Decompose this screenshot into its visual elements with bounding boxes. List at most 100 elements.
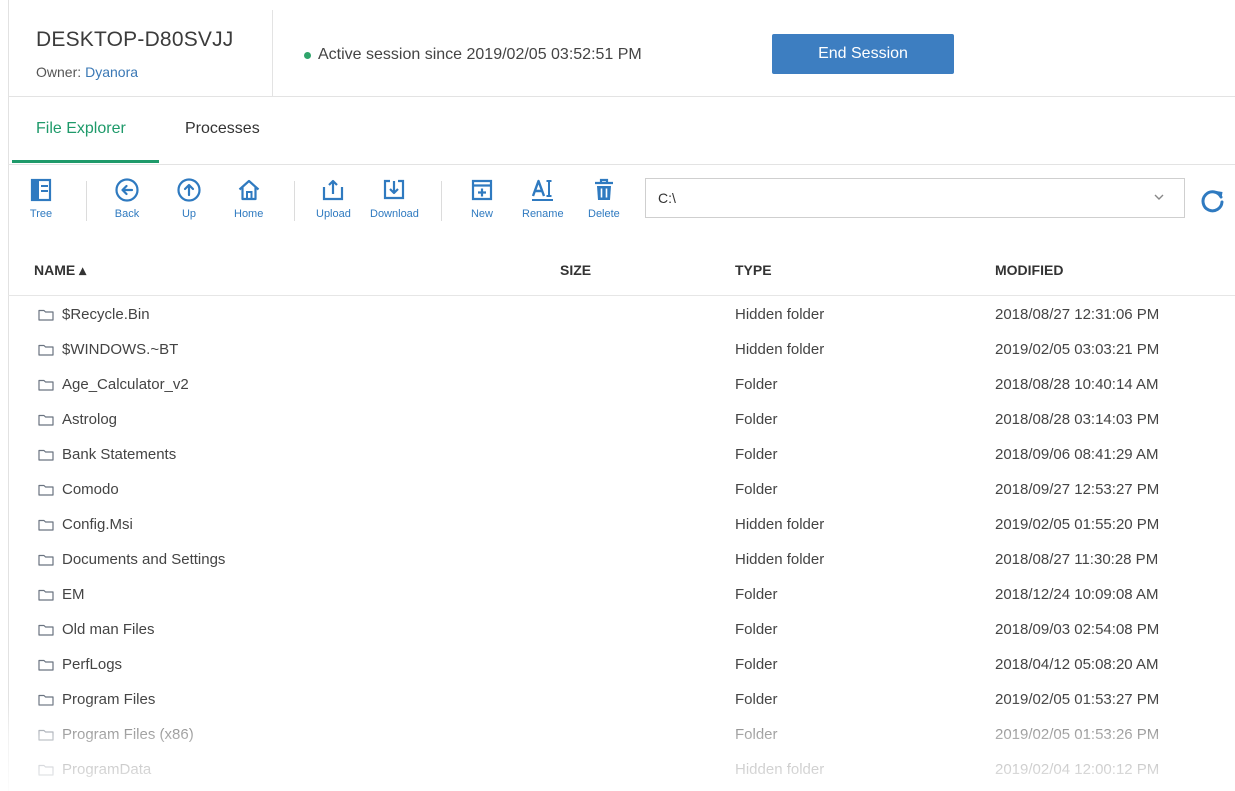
trash-icon: [594, 178, 613, 200]
table-body: $Recycle.Bin Hidden folder 2018/08/27 12:3…: [8, 296, 1235, 786]
file-modified: 2019/02/05 01:53:27 PM: [995, 691, 1160, 708]
file-type: Folder: [735, 376, 778, 393]
file-name-cell: Bank Statements: [38, 446, 176, 463]
file-name-cell: ProgramData: [38, 761, 151, 778]
table-row[interactable]: $Recycle.Bin Hidden folder 2018/08/27 12:3…: [8, 296, 1235, 331]
file-name: Old man Files: [62, 621, 155, 638]
file-name-cell: Program Files (x86): [38, 726, 194, 743]
device-info: DESKTOP-D80SVJJ Owner: Dyanora: [8, 10, 273, 96]
file-type: Folder: [735, 691, 778, 708]
home-button[interactable]: Home: [234, 177, 263, 220]
upload-icon: [323, 179, 344, 201]
file-name: Program Files (x86): [62, 726, 194, 743]
back-arrow-icon: [115, 178, 139, 202]
tree-icon: [30, 178, 52, 202]
new-label: New: [470, 208, 493, 220]
file-name: Documents and Settings: [62, 551, 226, 568]
folder-icon: [38, 484, 54, 496]
active-tab-indicator: [12, 160, 159, 163]
session-status-text: Active session since 2019/02/05 03:52:51…: [318, 46, 642, 63]
tab-file-explorer[interactable]: File Explorer: [36, 120, 126, 138]
file-name: Comodo: [62, 481, 119, 498]
table-row[interactable]: Documents and Settings Hidden folder 2018/…: [8, 541, 1235, 576]
session-header: DESKTOP-D80SVJJ Owner: Dyanora Active ses…: [8, 0, 1235, 97]
owner-link[interactable]: Dyanora: [85, 64, 138, 80]
folder-icon: [38, 309, 54, 321]
column-modified[interactable]: MODIFIED: [995, 262, 1063, 278]
table-row[interactable]: PerfLogs Folder 2018/04/12 05:08:20 AM: [8, 646, 1235, 681]
refresh-icon[interactable]: [1198, 185, 1228, 215]
file-modified: 2018/08/28 10:40:14 AM: [995, 376, 1159, 393]
file-type: Folder: [735, 621, 778, 638]
chevron-down-icon: [1154, 194, 1164, 200]
folder-icon: [38, 624, 54, 636]
table-row[interactable]: Comodo Folder 2018/09/27 12:53:27 PM: [8, 471, 1235, 506]
rename-button[interactable]: Rename: [522, 177, 564, 220]
file-type: Folder: [735, 411, 778, 428]
file-type: Folder: [735, 586, 778, 603]
file-type: Hidden folder: [735, 761, 825, 778]
file-type: Folder: [735, 726, 778, 743]
table-row[interactable]: $WINDOWS.~BT Hidden folder 2019/02/05 03:0…: [8, 331, 1235, 366]
tree-button[interactable]: Tree: [28, 177, 54, 220]
column-name[interactable]: NAME ▴: [34, 262, 86, 279]
folder-icon: [38, 554, 54, 566]
file-name: Program Files: [62, 691, 156, 708]
back-label: Back: [114, 208, 140, 220]
file-type: Hidden folder: [735, 306, 825, 323]
new-folder-icon: [471, 179, 493, 201]
column-size[interactable]: SIZE: [560, 262, 591, 278]
up-button[interactable]: Up: [176, 177, 202, 220]
up-arrow-icon: [177, 178, 201, 202]
table-row[interactable]: Astrolog Folder 2018/08/28 03:14:03 PM: [8, 401, 1235, 436]
toolbar-divider: [441, 181, 442, 221]
folder-icon: [38, 764, 54, 776]
folder-icon: [38, 694, 54, 706]
tab-bar: File Explorer Processes: [8, 96, 1235, 165]
folder-icon: [38, 659, 54, 671]
home-icon: [238, 179, 259, 201]
file-name: Astrolog: [62, 411, 118, 428]
table-row[interactable]: EM Folder 2018/12/24 10:09:08 AM: [8, 576, 1235, 611]
table-row[interactable]: ProgramData Hidden folder 2019/02/04 12:00…: [8, 751, 1235, 786]
delete-button[interactable]: Delete: [588, 177, 620, 220]
table-row[interactable]: Old man Files Folder 2018/09/03 02:54:08 P…: [8, 611, 1235, 646]
upload-button[interactable]: Upload: [316, 177, 351, 220]
file-type: Folder: [735, 481, 778, 498]
file-name-cell: $WINDOWS.~BT: [38, 341, 178, 358]
rename-label: Rename: [522, 208, 564, 220]
table-row[interactable]: Program Files (x86) Folder 2019/02/05 01:5…: [8, 716, 1235, 751]
table-row[interactable]: Bank Statements Folder 2018/09/06 08:41:29…: [8, 436, 1235, 471]
file-modified: 2019/02/04 12:00:12 PM: [995, 761, 1160, 778]
file-name: $WINDOWS.~BT: [62, 341, 179, 358]
tab-processes[interactable]: Processes: [185, 120, 260, 138]
tree-label: Tree: [29, 208, 53, 220]
file-name-cell: Age_Calculator_v2: [38, 376, 189, 393]
delete-label: Delete: [588, 208, 620, 220]
folder-icon: [38, 729, 54, 741]
folder-icon: [38, 414, 54, 426]
table-row[interactable]: Program Files Folder 2019/02/05 01:53:27 P…: [8, 681, 1235, 716]
folder-icon: [38, 379, 54, 391]
download-icon: [384, 179, 405, 200]
back-button[interactable]: Back: [114, 177, 140, 220]
file-name-cell: Documents and Settings: [38, 551, 225, 568]
table-header: NAME ▴ SIZE TYPE MODIFIED: [8, 246, 1235, 296]
column-type[interactable]: TYPE: [735, 262, 772, 278]
owner-line: Owner: Dyanora: [36, 64, 138, 80]
file-modified: 2018/08/27 12:31:06 PM: [995, 306, 1160, 323]
end-session-button[interactable]: End Session: [772, 34, 954, 74]
folder-icon: [38, 589, 54, 601]
file-name-cell: Comodo: [38, 481, 119, 498]
path-dropdown[interactable]: C:\: [645, 178, 1185, 218]
file-name: Bank Statements: [62, 446, 177, 463]
file-toolbar: Tree Back Up Home Upload Download New Re…: [8, 165, 1235, 235]
table-row[interactable]: Age_Calculator_v2 Folder 2018/08/28 10:40:…: [8, 366, 1235, 401]
new-folder-button[interactable]: New: [469, 177, 495, 220]
home-label: Home: [234, 208, 264, 220]
path-value: C:\: [658, 190, 676, 206]
file-name-cell: Old man Files: [38, 621, 155, 638]
download-button[interactable]: Download: [370, 177, 419, 220]
folder-icon: [38, 449, 54, 461]
table-row[interactable]: Config.Msi Hidden folder 2019/02/05 01:55:…: [8, 506, 1235, 541]
